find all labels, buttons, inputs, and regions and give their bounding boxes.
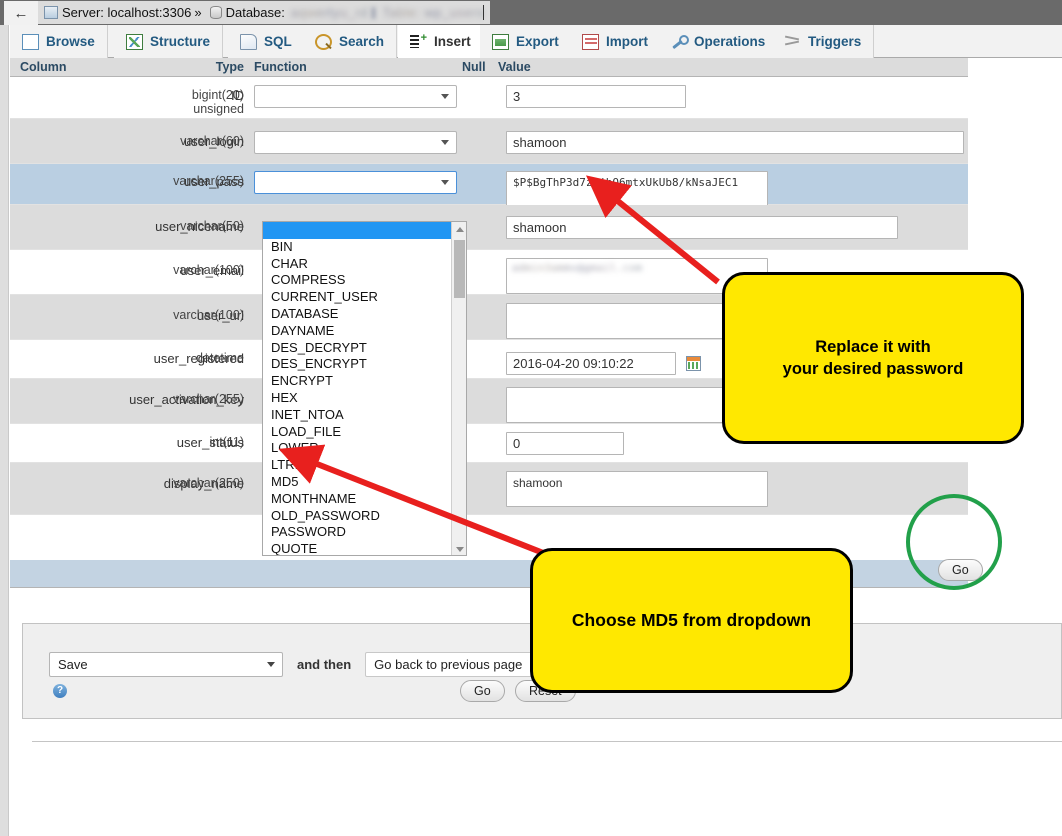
callout-replace-password: Replace it with your desired password bbox=[722, 272, 1024, 444]
arrow-to-password-field bbox=[585, 175, 720, 285]
callout-choose-md5: Choose MD5 from dropdown bbox=[530, 548, 853, 693]
callout-line-2: your desired password bbox=[782, 360, 964, 378]
arrow-to-md5-option bbox=[278, 444, 558, 561]
callout-line-1: Replace it with bbox=[815, 337, 931, 356]
